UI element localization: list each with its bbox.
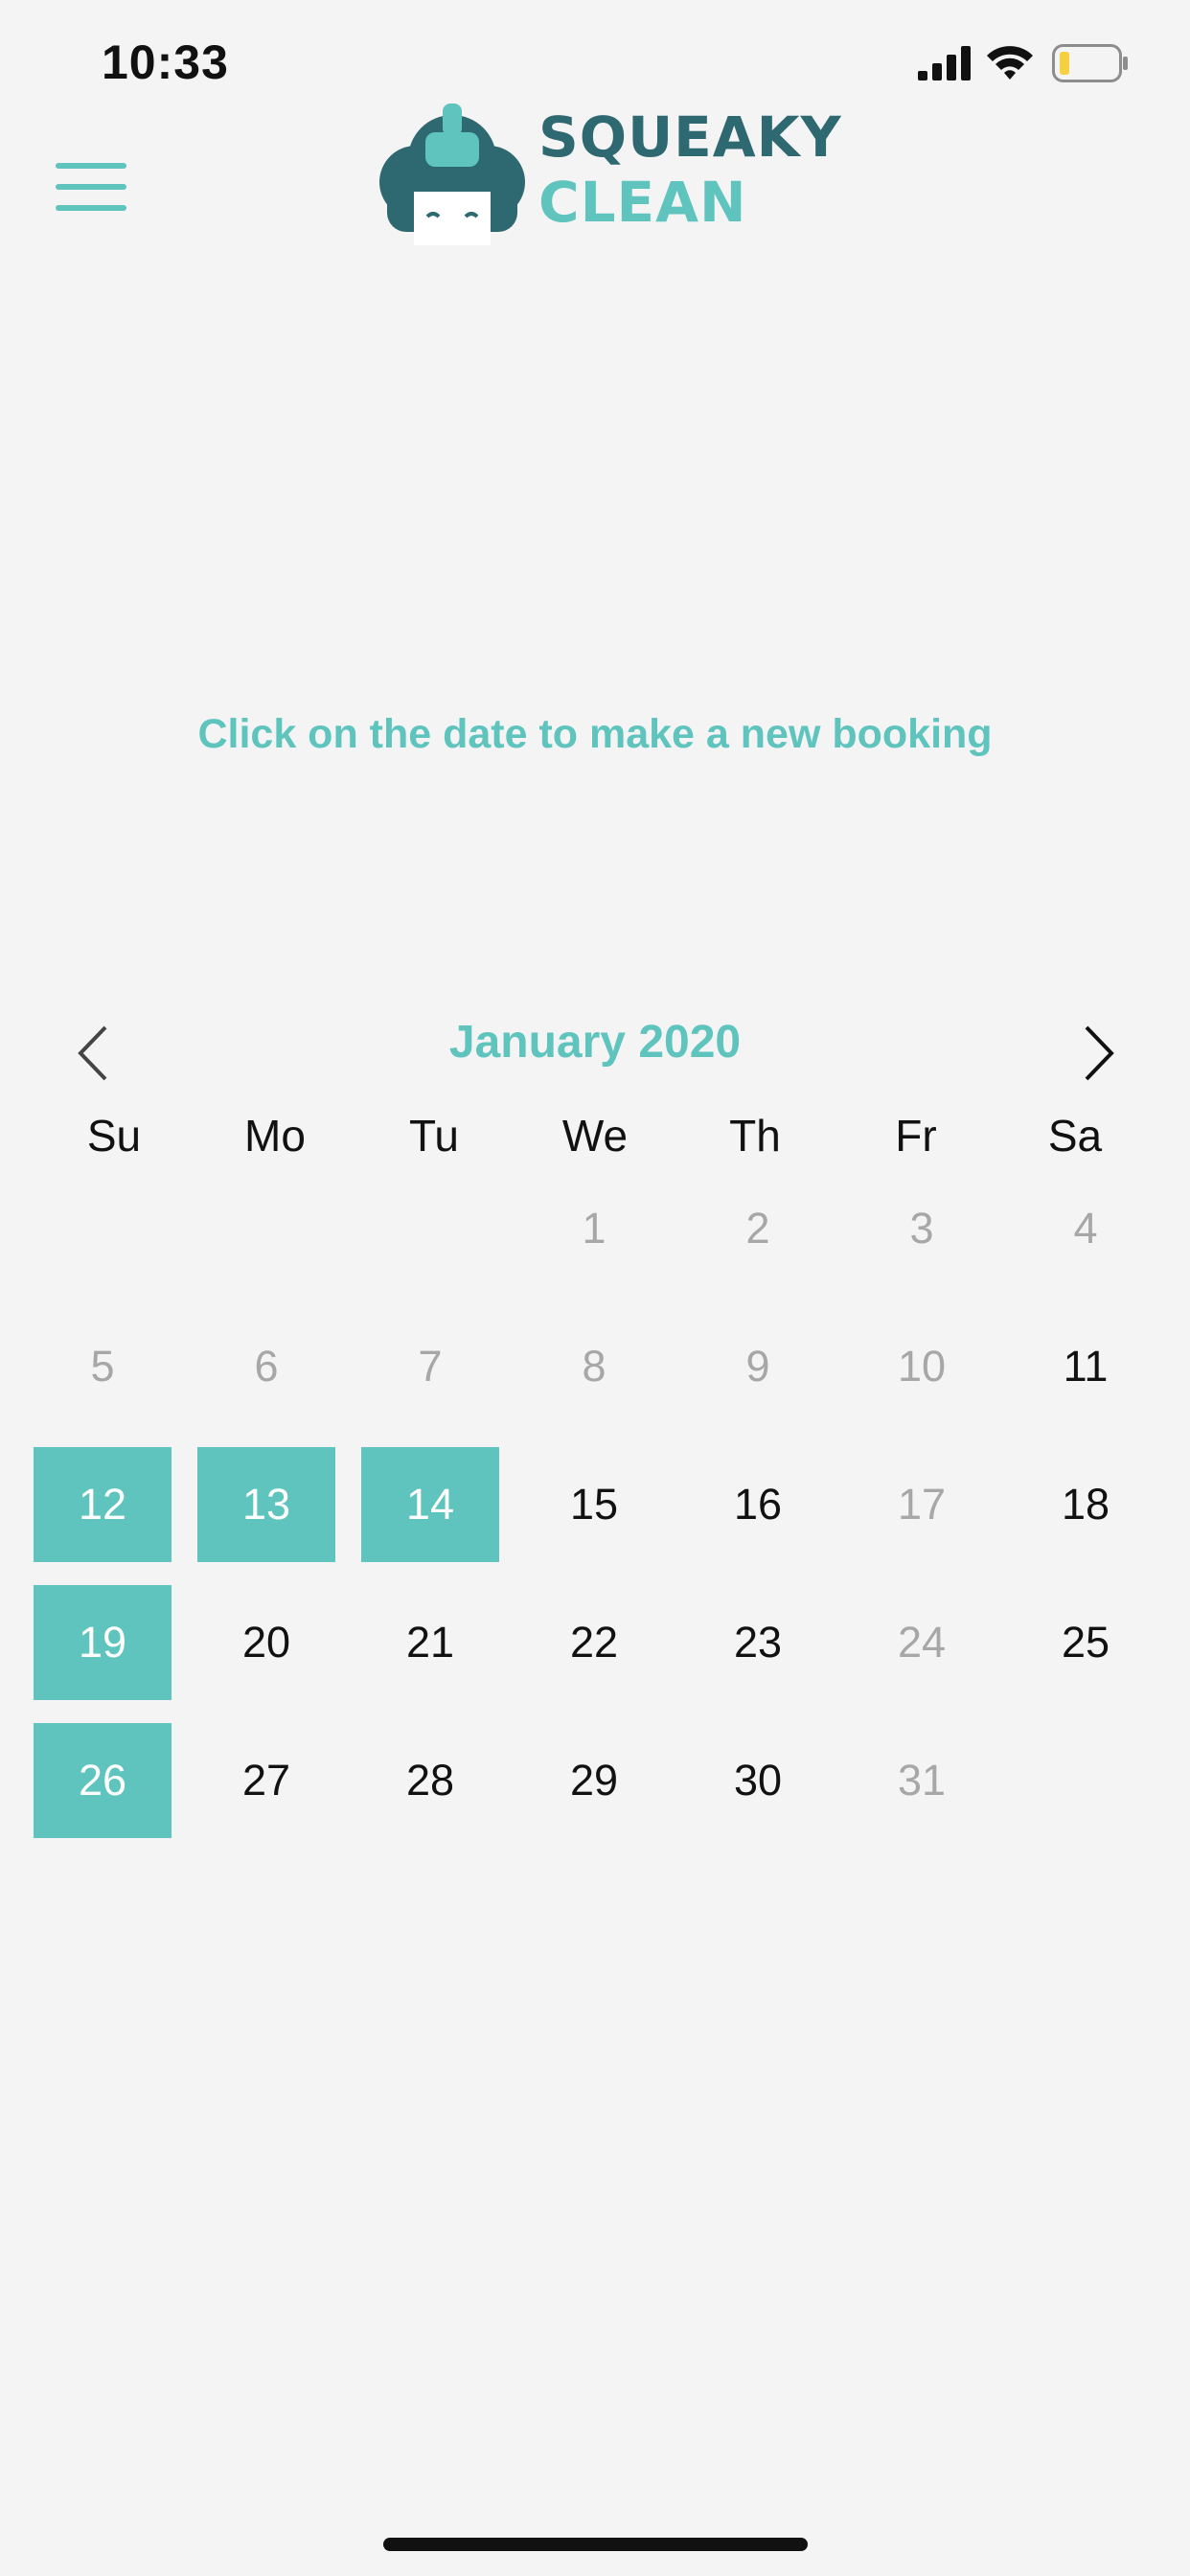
calendar-day[interactable]: 14 [361,1447,499,1562]
calendar-day: 24 [897,1618,947,1667]
calendar-day: 6 [254,1342,279,1391]
weekday-tu: Tu [409,1111,459,1161]
calendar-day[interactable]: 26 [34,1723,172,1838]
status-time: 10:33 [102,35,229,89]
calendar-day: 8 [582,1342,606,1391]
weekday-th: Th [729,1111,781,1161]
calendar-day[interactable]: 19 [34,1585,172,1700]
calendar-day[interactable]: 18 [1017,1447,1155,1562]
calendar-day[interactable]: 21 [361,1585,499,1700]
calendar-day: 2 [745,1204,770,1253]
month-title: January 2020 [448,1017,742,1068]
menu-button[interactable] [56,159,128,217]
calendar-day: 9 [745,1342,770,1391]
calendar-day: 4 [1073,1204,1098,1253]
calendar-day[interactable]: 22 [525,1585,663,1700]
home-indicator [383,2538,808,2551]
squeaky-clean-logo-icon [379,104,525,245]
calendar-day[interactable]: 28 [361,1723,499,1838]
calendar-day[interactable]: 25 [1017,1585,1155,1700]
calendar-day[interactable]: 29 [525,1723,663,1838]
weekday-header: Su Mo Tu We Th Fr Sa [0,1110,1190,1167]
calendar-day: 7 [418,1342,443,1391]
weekday-su: Su [86,1111,142,1161]
brand-logo: SQUEAKY CLEAN [378,104,841,245]
battery-icon [1052,44,1128,82]
calendar-day[interactable]: 20 [197,1585,335,1700]
calendar-day[interactable]: 11 [1017,1309,1155,1424]
weekday-mo: Mo [244,1111,306,1161]
calendar-day: 5 [90,1342,115,1391]
logo-text-clean: CLEAN [538,170,747,235]
calendar-day[interactable]: 30 [689,1723,827,1838]
calendar-day[interactable]: 16 [689,1447,827,1562]
calendar-day: 3 [909,1204,934,1253]
weekday-we: We [561,1111,629,1161]
weekday-fr: Fr [895,1111,937,1161]
next-month-chevron-icon[interactable] [1075,1022,1123,1085]
calendar-day: 10 [897,1342,947,1391]
calendar-day: 17 [897,1480,947,1529]
logo-text-squeaky: SQUEAKY [538,104,842,170]
booking-instruction: Click on the date to make a new booking [197,711,993,757]
wifi-icon [987,46,1033,80]
calendar-day[interactable]: 23 [689,1585,827,1700]
calendar-day[interactable]: 12 [34,1447,172,1562]
calendar-day[interactable]: 13 [197,1447,335,1562]
calendar-day: 31 [897,1756,947,1805]
calendar-day[interactable]: 15 [525,1447,663,1562]
cellular-signal-icon [918,46,971,80]
calendar-day[interactable]: 27 [197,1723,335,1838]
weekday-sa: Sa [1047,1111,1103,1161]
calendar-day: 1 [582,1204,606,1253]
